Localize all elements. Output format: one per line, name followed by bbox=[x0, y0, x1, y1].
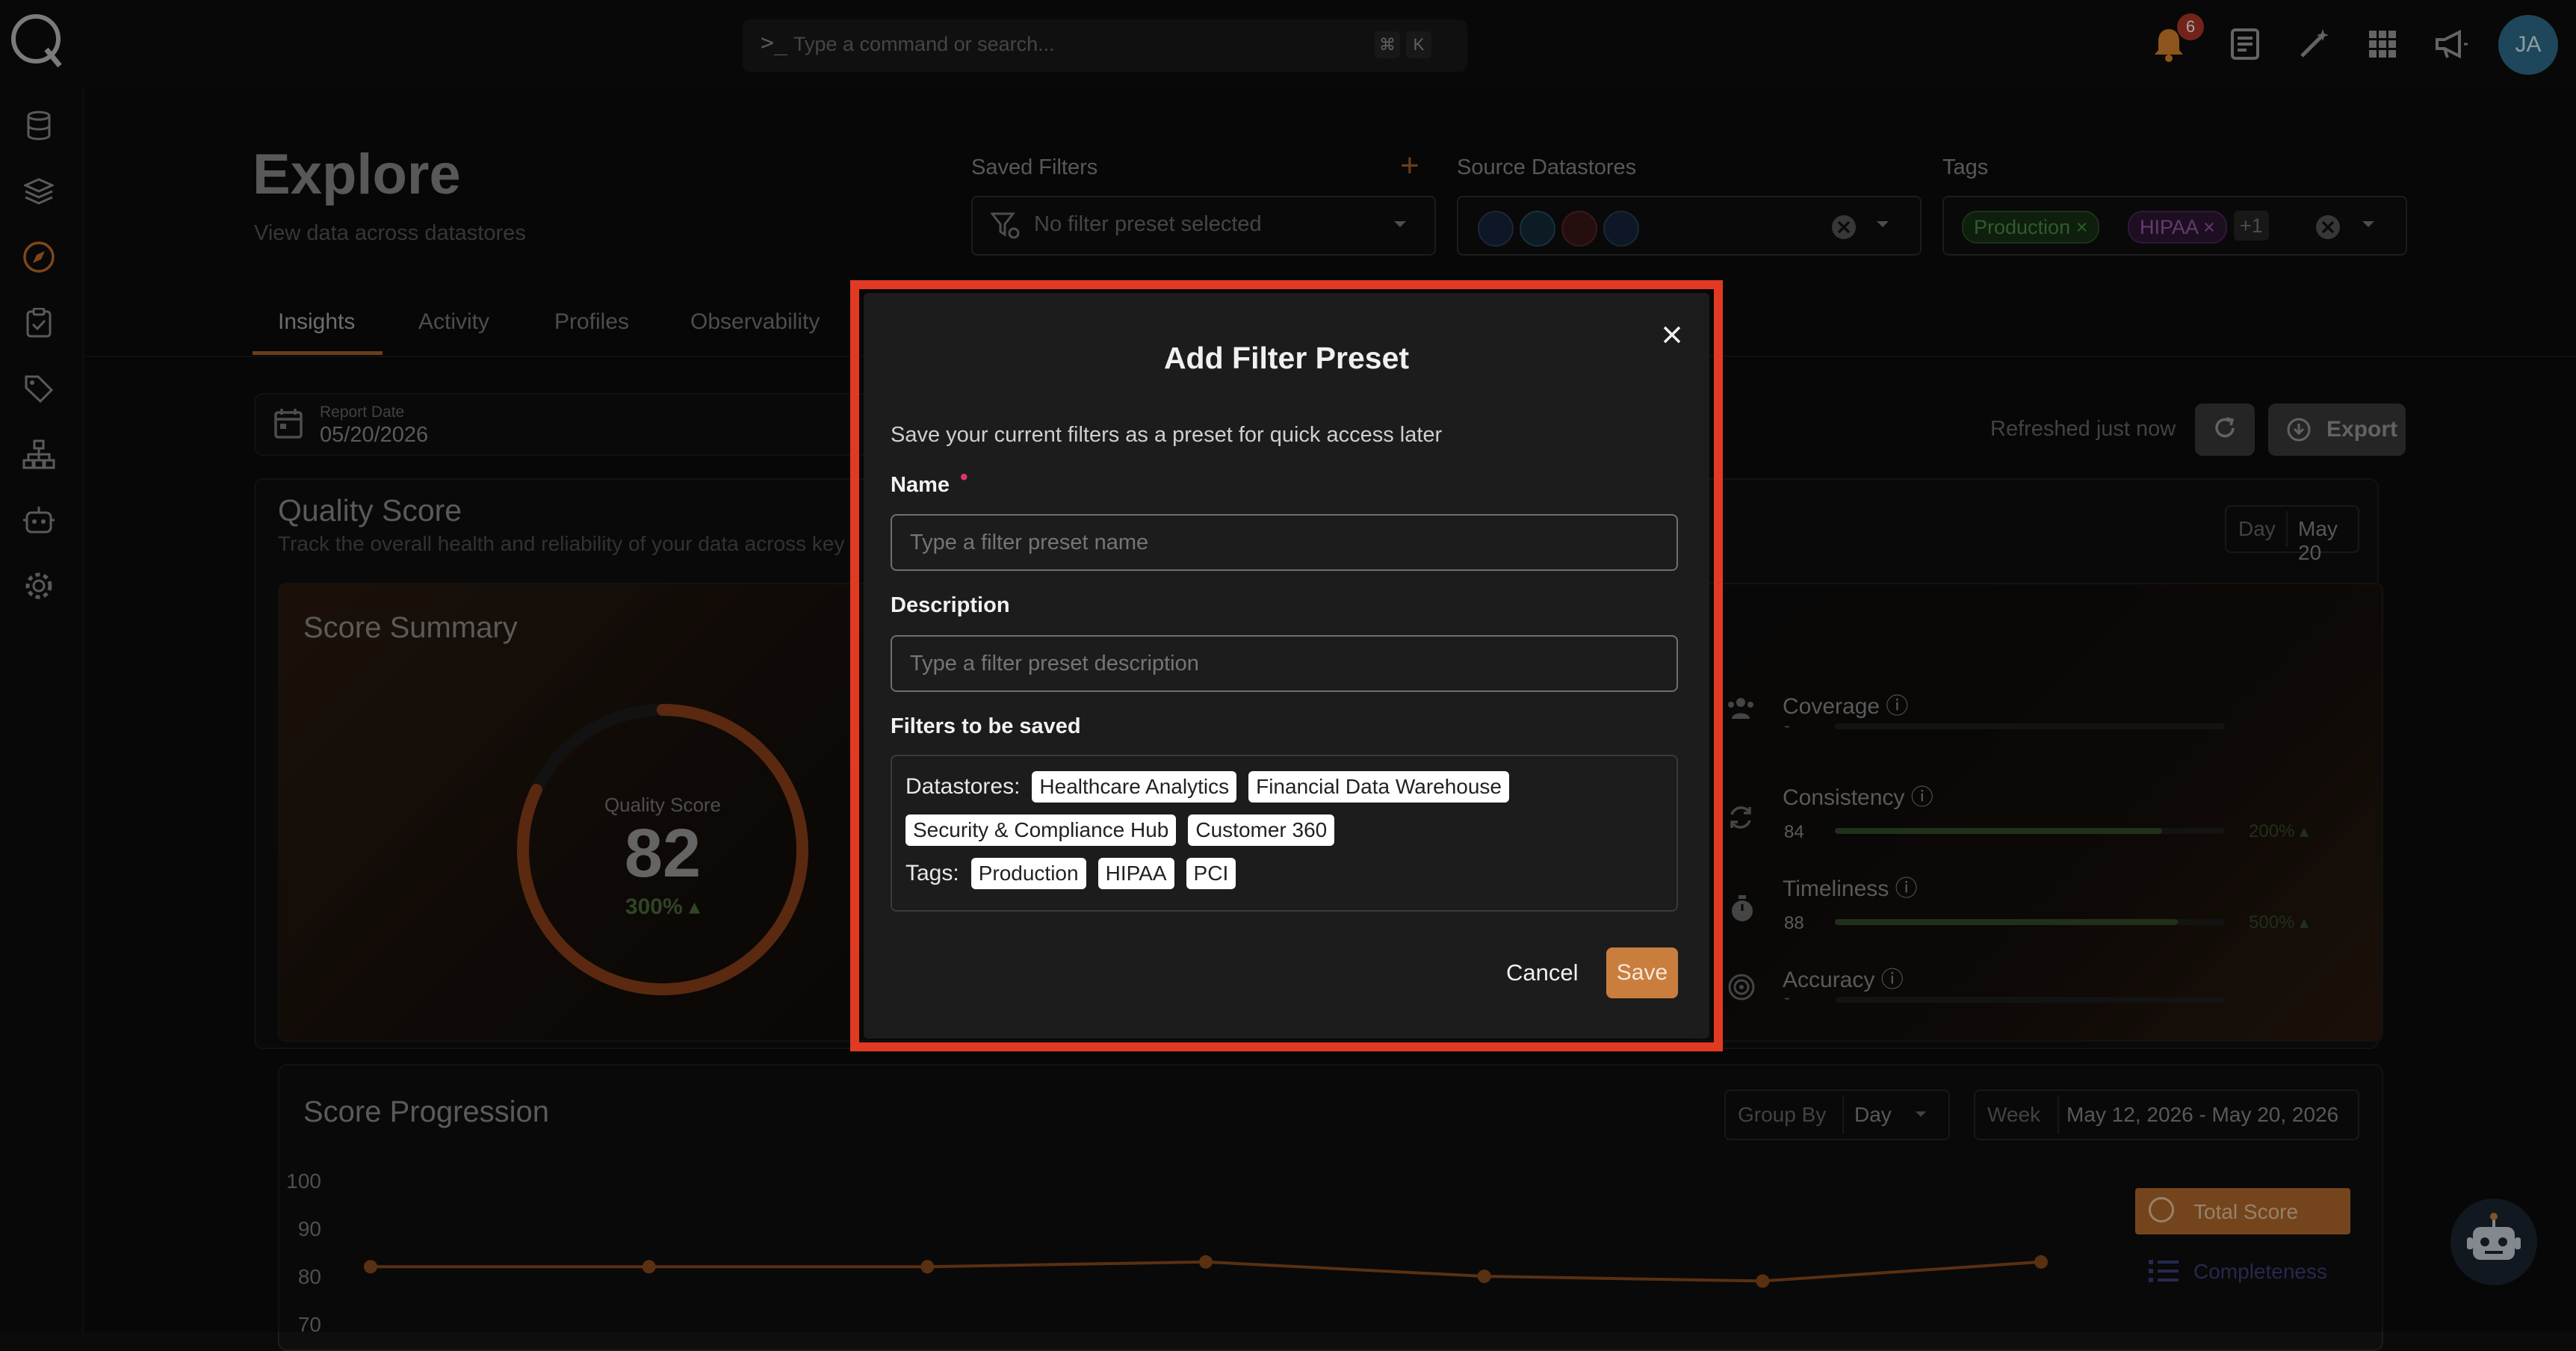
datastores-row: Datastores: Healthcare Analytics Financi… bbox=[905, 771, 1509, 803]
preset-description-input[interactable] bbox=[891, 635, 1678, 692]
tags-row-label: Tags: bbox=[905, 861, 959, 885]
name-label: Name • bbox=[891, 465, 968, 497]
tags-row: Tags: Production HIPAA PCI bbox=[905, 858, 1236, 889]
close-icon[interactable] bbox=[1651, 314, 1693, 356]
preset-name-input[interactable] bbox=[891, 514, 1678, 571]
datastore-tag: Security & Compliance Hub bbox=[905, 814, 1177, 846]
tag-item: PCI bbox=[1186, 858, 1236, 889]
cancel-button[interactable]: Cancel bbox=[1506, 947, 1579, 998]
filters-summary-box: Datastores: Healthcare Analytics Financi… bbox=[891, 755, 1678, 912]
datastore-tag: Financial Data Warehouse bbox=[1248, 771, 1509, 803]
dialog-title: Add Filter Preset bbox=[1163, 341, 1410, 375]
save-button[interactable]: Save bbox=[1606, 947, 1678, 998]
datastores-row-2: Security & Compliance Hub Customer 360 bbox=[905, 814, 1335, 846]
filters-to-save-label: Filters to be saved bbox=[891, 714, 1081, 738]
datastores-label: Datastores: bbox=[905, 774, 1021, 799]
dialog-description: Save your current filters as a preset fo… bbox=[891, 423, 1443, 447]
required-indicator: • bbox=[960, 465, 968, 489]
datastore-tag: Healthcare Analytics bbox=[1032, 771, 1237, 803]
description-label: Description bbox=[891, 593, 1010, 617]
tag-item: HIPAA bbox=[1097, 858, 1174, 889]
add-filter-preset-dialog: Add Filter Preset Save your current filt… bbox=[864, 293, 1709, 1039]
datastore-tag: Customer 360 bbox=[1188, 814, 1335, 846]
tag-item: Production bbox=[970, 858, 1086, 889]
